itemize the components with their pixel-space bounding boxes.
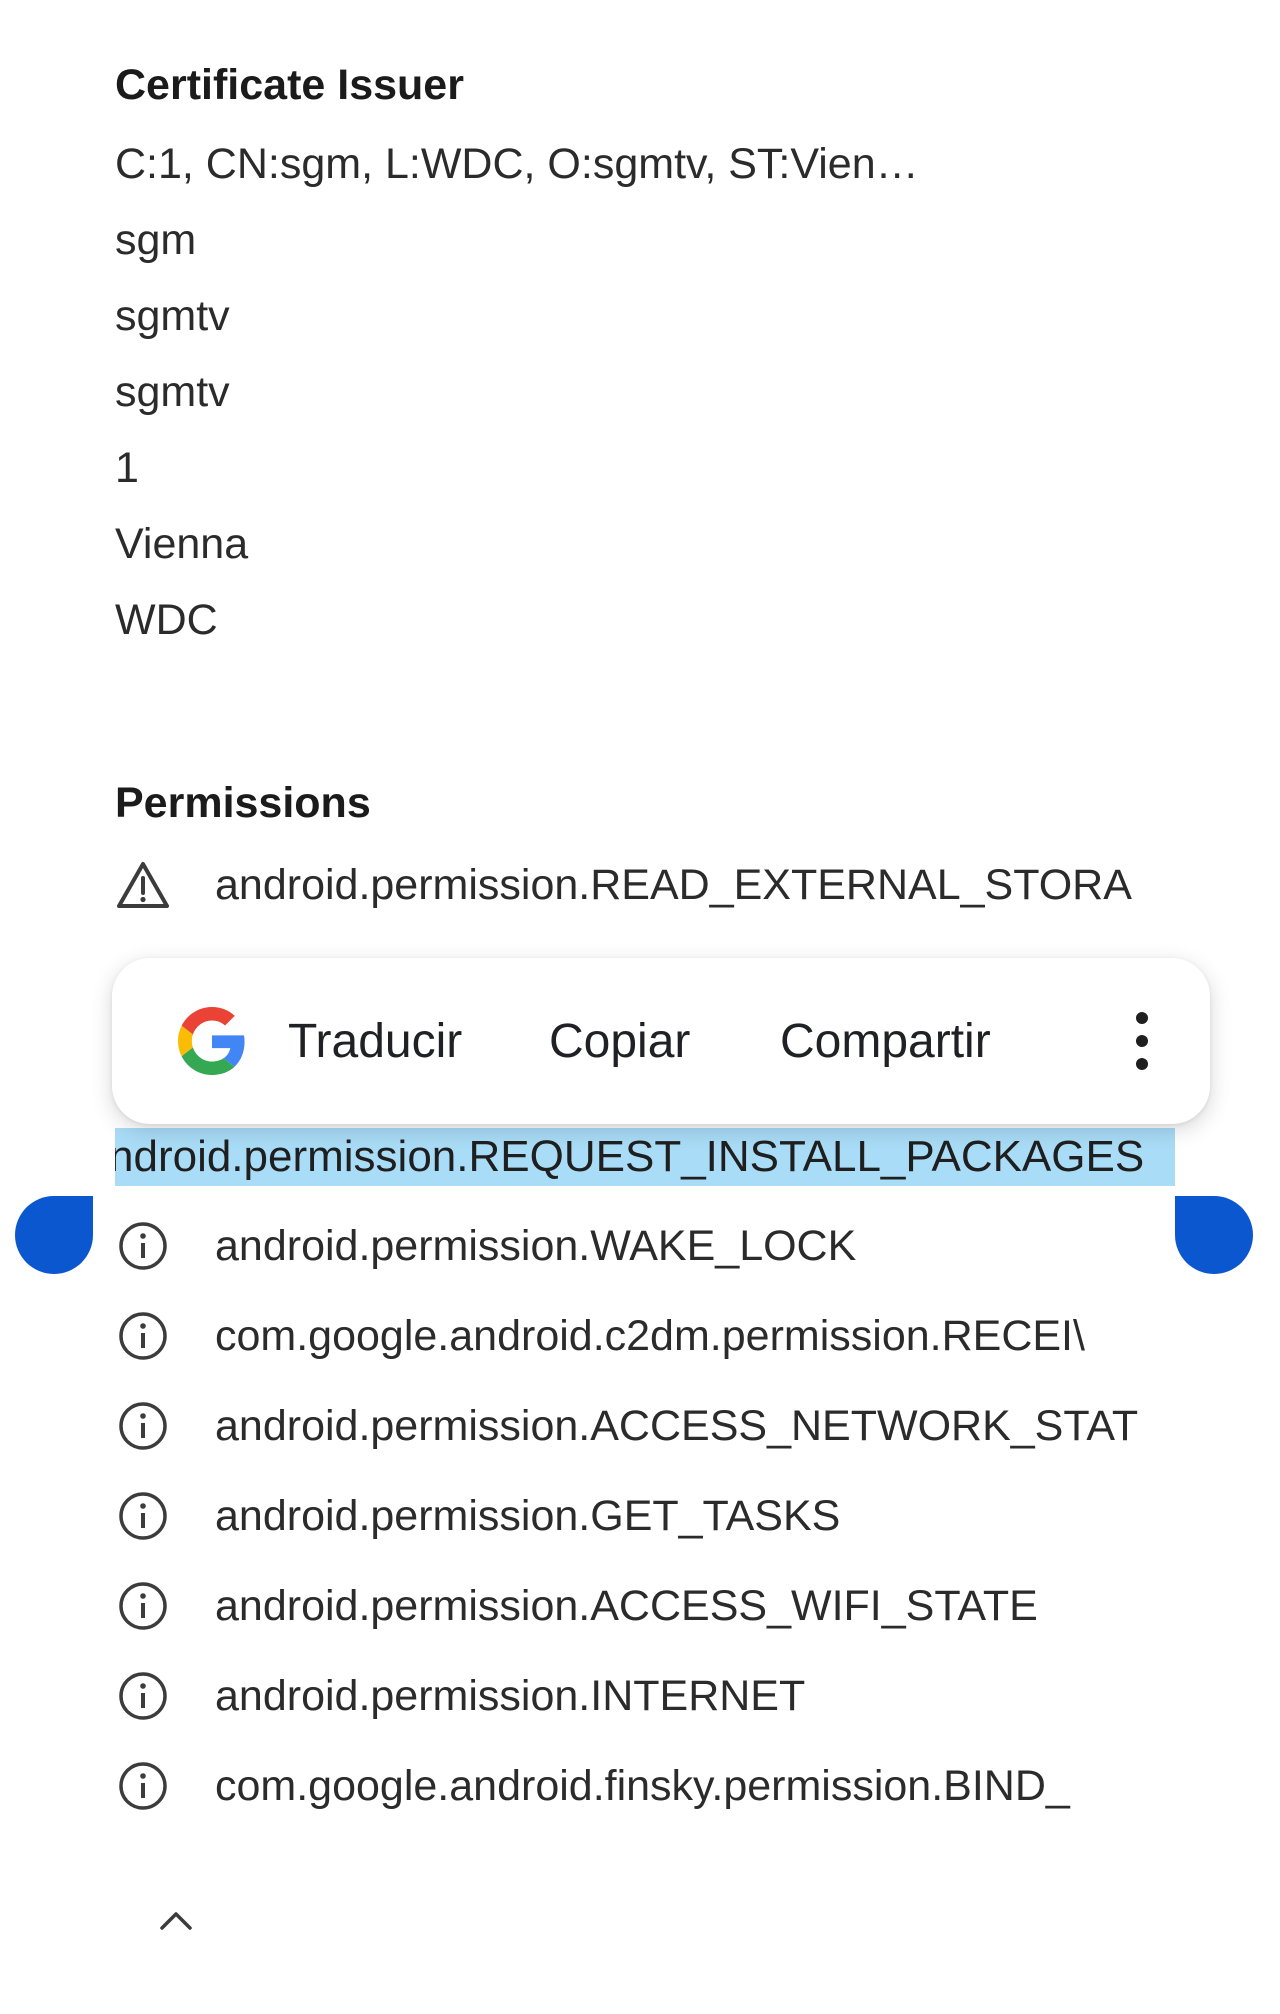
info-icon: [115, 1668, 171, 1724]
permission-label: android.permission.INTERNET: [215, 1672, 806, 1720]
permission-label: android.permission.WAKE_LOCK: [215, 1222, 857, 1270]
issuer-value-full: C:1, CN:sgm, L:WDC, O:sgmtv, ST:Vien…: [115, 140, 919, 188]
info-icon: [115, 1758, 171, 1814]
info-icon: [115, 1488, 171, 1544]
google-g-icon[interactable]: [178, 1007, 246, 1075]
issuer-value-cn: sgm: [115, 216, 197, 264]
permission-label: android.permission.READ_EXTERNAL_STORA: [215, 861, 1132, 909]
info-icon: [115, 1218, 171, 1274]
issuer-value-l: WDC: [115, 596, 218, 644]
info-icon: [115, 1398, 171, 1454]
warning-triangle-icon: [115, 857, 171, 913]
permission-label: android.permission.ACCESS_NETWORK_STAT: [215, 1402, 1139, 1450]
info-icon: [115, 1578, 171, 1634]
more-vert-icon[interactable]: [1112, 1008, 1172, 1074]
share-button[interactable]: Compartir: [780, 1014, 991, 1070]
permission-row[interactable]: android.permission.INTERNET: [115, 1666, 1175, 1726]
app-details-screen: Certificate Issuer C:1, CN:sgm, L:WDC, O…: [0, 0, 1280, 2014]
text-selection-toolbar: Traducir Copiar Compartir: [112, 958, 1210, 1124]
permission-row[interactable]: com.google.android.finsky.permission.BIN…: [115, 1756, 1175, 1816]
permission-row[interactable]: android.permission.ACCESS_NETWORK_STAT: [115, 1396, 1175, 1456]
chevron-up-icon: [160, 1912, 192, 1930]
issuer-value-c: 1: [115, 444, 139, 492]
permission-label: android.permission.GET_TASKS: [215, 1492, 841, 1540]
selected-permission-label: ndroid.permission.REQUEST_INSTALL_PACKAG…: [115, 1132, 1145, 1181]
permission-row[interactable]: android.permission.ACCESS_WIFI_STATE: [115, 1576, 1175, 1636]
issuer-value-o: sgmtv: [115, 292, 230, 340]
selected-permission-text[interactable]: ndroid.permission.REQUEST_INSTALL_PACKAG…: [115, 1128, 1175, 1186]
copy-button[interactable]: Copiar: [549, 1014, 690, 1070]
selection-start-handle[interactable]: [15, 1196, 93, 1274]
permissions-title: Permissions: [115, 779, 371, 827]
permission-label: com.google.android.finsky.permission.BIN…: [215, 1762, 1070, 1810]
permission-row-warning[interactable]: android.permission.READ_EXTERNAL_STORA: [115, 855, 1175, 915]
translate-button[interactable]: Traducir: [288, 1014, 462, 1070]
info-icon: [115, 1308, 171, 1364]
permission-row[interactable]: android.permission.WAKE_LOCK: [115, 1216, 1175, 1276]
certificate-issuer-list: C:1, CN:sgm, L:WDC, O:sgmtv, ST:Vien… sg…: [115, 138, 919, 670]
certificate-issuer-title: Certificate Issuer: [115, 61, 464, 109]
issuer-value-o2: sgmtv: [115, 368, 230, 416]
permission-label: android.permission.ACCESS_WIFI_STATE: [215, 1582, 1038, 1630]
selection-end-handle[interactable]: [1175, 1196, 1253, 1274]
permission-row[interactable]: com.google.android.c2dm.permission.RECEI…: [115, 1306, 1175, 1366]
collapse-button[interactable]: [150, 1900, 202, 1940]
permission-row[interactable]: android.permission.GET_TASKS: [115, 1486, 1175, 1546]
issuer-value-st: Vienna: [115, 520, 249, 568]
permission-label: com.google.android.c2dm.permission.RECEI…: [215, 1312, 1085, 1360]
